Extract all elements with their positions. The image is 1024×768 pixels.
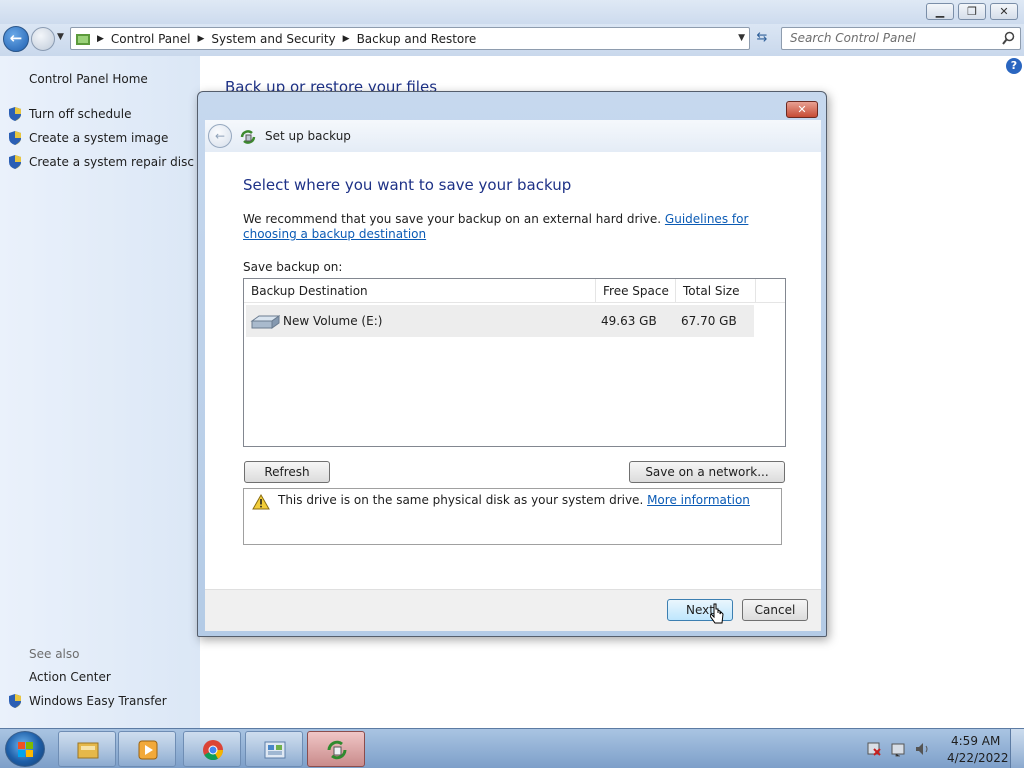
- dialog-footer: Next Cancel: [205, 589, 821, 631]
- address-dropdown-icon[interactable]: ▼: [738, 33, 745, 43]
- cancel-button[interactable]: Cancel: [742, 599, 808, 621]
- window-titlebar: ▁ ❐ ✕: [0, 0, 1024, 24]
- task-label: Windows Easy Transfer: [29, 694, 167, 708]
- navigation-bar: ← ▼ ▶ Control Panel ▶ System and Securit…: [0, 24, 1024, 56]
- taskbar-control-panel[interactable]: [245, 731, 303, 767]
- hard-drive-icon: [250, 315, 280, 329]
- breadcrumb-separator-icon[interactable]: ▶: [339, 34, 354, 44]
- uac-shield-icon: [9, 107, 21, 121]
- control-panel-icon: [264, 741, 286, 759]
- taskbar-windows-media-player[interactable]: [118, 731, 176, 767]
- recent-pages-dropdown[interactable]: ▼: [57, 32, 64, 42]
- warning-icon: [252, 494, 270, 510]
- dialog-heading: Select where you want to save your backu…: [243, 176, 572, 194]
- breadcrumb-system-and-security[interactable]: System and Security: [208, 32, 338, 46]
- restore-button[interactable]: ❐: [958, 3, 986, 20]
- breadcrumb-backup-and-restore[interactable]: Backup and Restore: [354, 32, 480, 46]
- address-bar[interactable]: ▶ Control Panel ▶ System and Security ▶ …: [70, 27, 750, 50]
- refresh-button[interactable]: Refresh: [244, 461, 330, 483]
- chrome-icon: [203, 740, 224, 761]
- more-information-link[interactable]: More information: [647, 493, 750, 507]
- forward-button[interactable]: [31, 27, 55, 51]
- backup-destination-list[interactable]: Backup Destination Free Space Total Size…: [243, 278, 786, 447]
- backup-app-icon: [240, 130, 256, 144]
- back-button[interactable]: ←: [3, 26, 29, 52]
- dialog-back-button[interactable]: ←: [208, 124, 232, 148]
- see-also-heading: See also: [29, 647, 80, 661]
- list-item[interactable]: New Volume (E:) 49.63 GB 67.70 GB: [246, 305, 754, 337]
- breadcrumb-separator-icon[interactable]: ▶: [194, 34, 209, 44]
- minimize-button[interactable]: ▁: [926, 3, 954, 20]
- column-backup-destination[interactable]: Backup Destination: [244, 279, 596, 303]
- clock-time[interactable]: 4:59 AM: [951, 734, 1000, 748]
- recommendation-sentence: We recommend that you save your backup o…: [243, 212, 665, 226]
- refresh-address-button[interactable]: ⇆: [752, 30, 772, 48]
- breadcrumb-control-panel[interactable]: Control Panel: [108, 32, 194, 46]
- media-player-icon: [138, 740, 158, 760]
- start-button[interactable]: [5, 731, 45, 767]
- close-icon: ✕: [999, 5, 1009, 18]
- destination-free-space: 49.63 GB: [601, 314, 657, 328]
- window-close-button[interactable]: ✕: [990, 3, 1018, 20]
- taskbar: 4:59 AM 4/22/2022: [0, 728, 1024, 768]
- uac-shield-icon: [9, 155, 21, 169]
- mouse-cursor-icon: [710, 603, 724, 624]
- restore-icon: ❐: [967, 5, 977, 18]
- warning-sentence: This drive is on the same physical disk …: [278, 493, 648, 507]
- taskbar-backup-and-restore[interactable]: [307, 731, 365, 767]
- close-icon: ✕: [797, 103, 807, 116]
- search-icon[interactable]: [1002, 31, 1015, 45]
- column-total-size[interactable]: Total Size: [676, 279, 756, 303]
- system-tray-icons[interactable]: [866, 741, 936, 757]
- backup-app-icon: [327, 740, 347, 760]
- taskbar-google-chrome[interactable]: [183, 731, 241, 767]
- task-create-repair-disc[interactable]: Create a system repair disc: [7, 154, 194, 170]
- dialog-close-button[interactable]: ✕: [786, 101, 818, 118]
- control-panel-home-link[interactable]: Control Panel Home: [29, 72, 148, 86]
- list-header: Backup Destination Free Space Total Size: [244, 279, 785, 303]
- show-desktop-button[interactable]: [1010, 729, 1024, 768]
- dialog-title: Set up backup: [265, 129, 351, 143]
- task-turn-off-schedule[interactable]: Turn off schedule: [7, 106, 131, 122]
- search-placeholder: Search Control Panel: [790, 31, 916, 45]
- windows-logo-icon: [18, 742, 33, 757]
- help-icon[interactable]: ?: [1006, 58, 1022, 74]
- recommendation-text: We recommend that you save your backup o…: [243, 212, 788, 242]
- uac-shield-icon: [9, 694, 21, 708]
- uac-shield-icon: [9, 131, 21, 145]
- back-arrow-icon: ←: [214, 129, 226, 143]
- back-arrow-icon: ←: [9, 29, 23, 47]
- clock-date[interactable]: 4/22/2022: [947, 751, 1009, 765]
- save-backup-on-label: Save backup on:: [243, 260, 343, 274]
- refresh-icon: ⇆: [756, 30, 768, 45]
- task-label: Create a system image: [29, 131, 169, 145]
- windows-easy-transfer-link[interactable]: Windows Easy Transfer: [7, 693, 167, 709]
- warning-text: This drive is on the same physical disk …: [278, 493, 750, 507]
- left-task-pane: Control Panel Home Turn off schedule Cre…: [0, 56, 200, 728]
- dialog-header: ← Set up backup: [205, 120, 821, 152]
- breadcrumb-separator-icon[interactable]: ▶: [93, 34, 108, 44]
- folder-icon: [77, 742, 99, 759]
- search-input[interactable]: Search Control Panel: [781, 27, 1021, 50]
- destination-total-size: 67.70 GB: [681, 314, 737, 328]
- taskbar-windows-explorer[interactable]: [58, 731, 116, 767]
- task-label: Turn off schedule: [29, 107, 132, 121]
- save-on-network-button[interactable]: Save on a network...: [629, 461, 785, 483]
- dialog-content: Select where you want to save your backu…: [205, 152, 821, 589]
- action-center-link[interactable]: Action Center: [29, 670, 111, 684]
- control-panel-icon: [76, 33, 90, 45]
- task-create-system-image[interactable]: Create a system image: [7, 130, 168, 146]
- column-free-space[interactable]: Free Space: [596, 279, 676, 303]
- warning-info-box: This drive is on the same physical disk …: [243, 488, 782, 545]
- minimize-icon: ▁: [935, 5, 945, 18]
- setup-backup-dialog: ✕ ← Set up backup Select where you want …: [197, 91, 827, 637]
- destination-name: New Volume (E:): [283, 314, 383, 328]
- task-label: Create a system repair disc: [29, 155, 194, 169]
